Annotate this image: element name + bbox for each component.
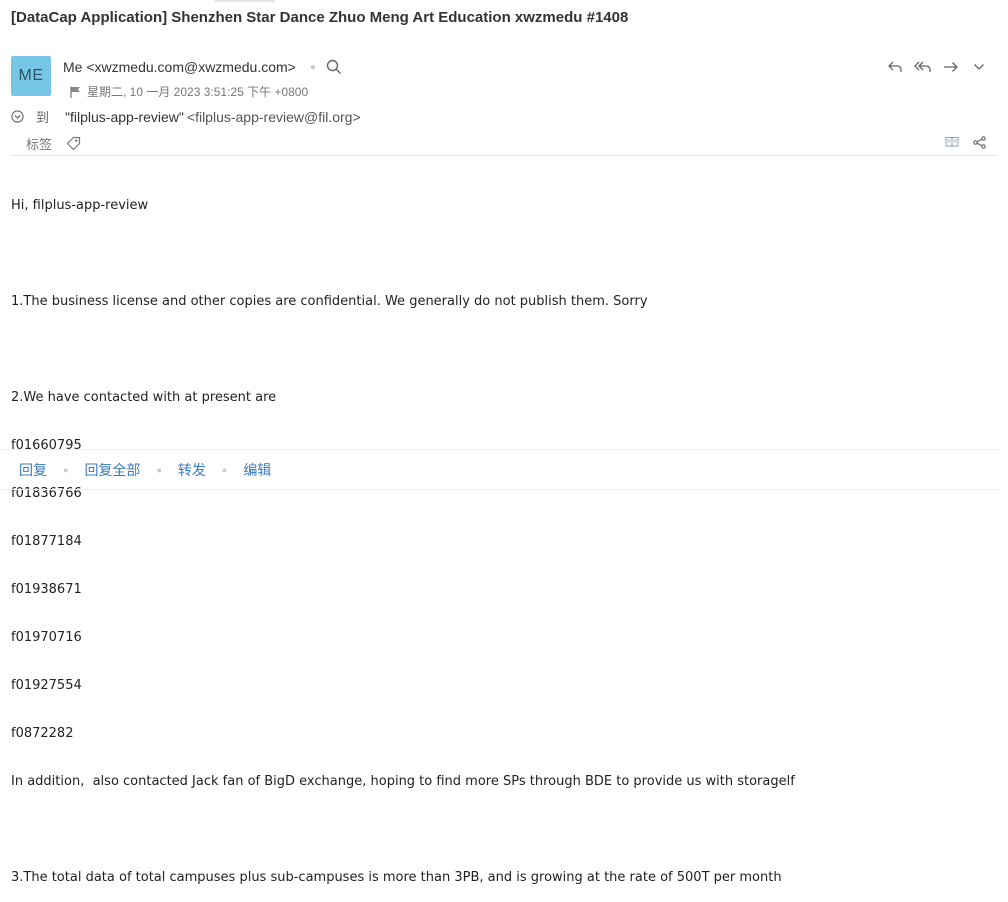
reply-icon[interactable] (886, 58, 904, 76)
sender-line: Me <xwzmedu.com@xwzmedu.com> ● (63, 59, 342, 75)
email-body: Hi, filplus-app-review 1.The business li… (11, 166, 795, 902)
forward-link[interactable]: 转发 (178, 460, 206, 480)
body-paragraph-2-extra: In addition, also contacted Jack fan of … (11, 774, 795, 789)
reply-all-icon[interactable] (914, 58, 932, 76)
reply-all-link[interactable]: 回复全部 (84, 460, 140, 480)
avatar: ME (11, 56, 51, 96)
recipient-name[interactable]: "filplus-app-review" (65, 109, 184, 125)
share-icon[interactable] (973, 136, 986, 149)
body-greeting: Hi, filplus-app-review (11, 198, 149, 213)
provider-id: f0872282 (11, 726, 74, 741)
body-paragraph-2-intro: 2.We have contacted with at present are (11, 390, 277, 405)
provider-id: f01970716 (11, 630, 82, 645)
separator-dot: ● (221, 465, 228, 475)
footer-divider-bottom (0, 489, 1000, 490)
edit-link[interactable]: 编辑 (243, 460, 271, 480)
top-tab-indicator (215, 0, 275, 2)
body-paragraph-3: 3.The total data of total campuses plus … (11, 870, 782, 885)
provider-id: f01660795 (11, 438, 82, 453)
message-actions (886, 58, 988, 76)
footer-divider-top (0, 449, 1000, 450)
separator-dot: ● (156, 465, 162, 475)
chevron-down-icon[interactable] (970, 58, 988, 76)
date-line: 星期二, 10 一月 2023 3:51:25 下午 +0800 (70, 83, 308, 100)
separator-dot: ● (309, 61, 316, 73)
separator-dot: ● (63, 465, 69, 475)
recipient-address[interactable]: <filplus-app-review@fil.org> (187, 109, 361, 125)
provider-id: f01927554 (11, 678, 82, 693)
header-divider (11, 155, 997, 156)
view-options (945, 136, 986, 149)
email-subject: [DataCap Application] Shenzhen Star Danc… (11, 9, 629, 26)
search-icon[interactable] (326, 59, 342, 75)
chevron-down-circle-icon[interactable] (11, 110, 24, 123)
tag-icon[interactable] (66, 136, 81, 151)
flag-icon[interactable] (70, 86, 81, 98)
forward-icon[interactable] (942, 58, 960, 76)
book-icon[interactable] (945, 136, 959, 149)
tags-label: 标签 (26, 137, 53, 152)
tags-row: 标签 (26, 134, 81, 153)
recipient-row: 到 "filplus-app-review" <filplus-app-revi… (11, 107, 361, 126)
sender[interactable]: Me <xwzmedu.com@xwzmedu.com> (63, 59, 296, 75)
provider-id: f01938671 (11, 582, 82, 597)
provider-id: f01877184 (11, 534, 82, 549)
body-paragraph-1: 1.The business license and other copies … (11, 294, 648, 309)
to-label: 到 (36, 110, 50, 125)
reply-link[interactable]: 回复 (19, 460, 47, 480)
email-date: 星期二, 10 一月 2023 3:51:25 下午 +0800 (87, 85, 309, 99)
footer-actions: 回复 ● 回复全部 ● 转发 ● 编辑 (19, 460, 271, 480)
